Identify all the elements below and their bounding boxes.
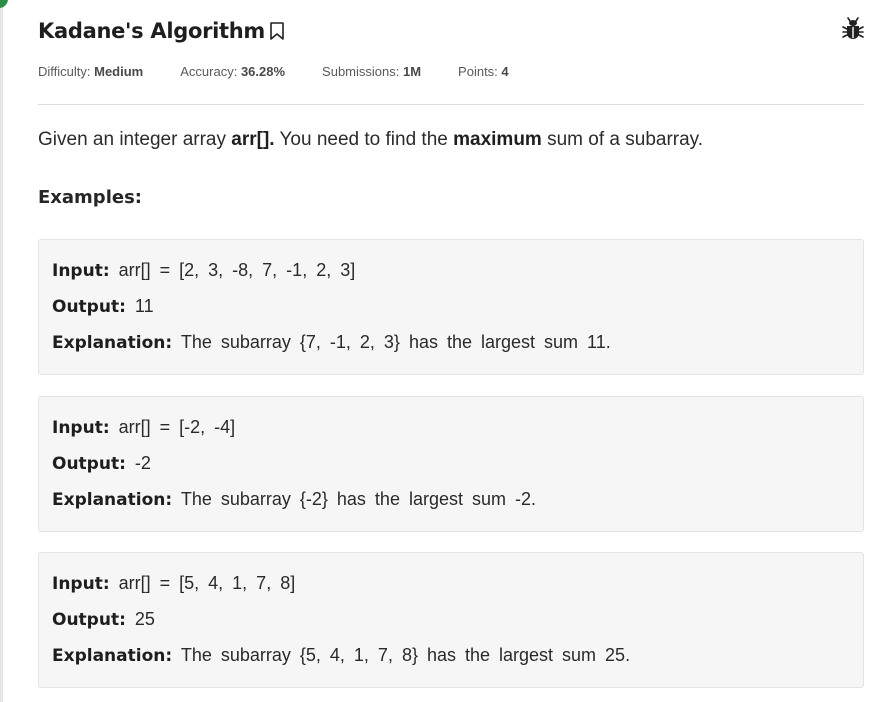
brand-dot <box>0 0 8 8</box>
submissions: Submissions: 1M <box>322 64 422 79</box>
example-output: Output: 25 <box>52 609 155 630</box>
bookmark-icon[interactable] <box>269 21 285 41</box>
points: Points: 4 <box>458 64 509 79</box>
example-block: Input: arr[] = [2, 3, -8, 7, -1, 2, 3] O… <box>38 239 864 375</box>
example-block: Input: arr[] = [-2, -4] Output: -2 Expla… <box>38 396 864 532</box>
example-block: Input: arr[] = [5, 4, 1, 7, 8] Output: 2… <box>38 552 864 688</box>
example-explanation: Explanation: The subarray {-2} has the l… <box>52 489 536 510</box>
bug-icon[interactable] <box>842 17 864 41</box>
example-explanation: Explanation: The subarray {5, 4, 1, 7, 8… <box>52 645 631 666</box>
meta-divider <box>38 104 864 105</box>
example-input: Input: arr[] = [-2, -4] <box>52 417 236 438</box>
example-output: Output: -2 <box>52 453 151 474</box>
difficulty: Difficulty: Medium <box>38 64 144 79</box>
problem-description: Given an integer array arr[]. You need t… <box>38 129 704 150</box>
example-output: Output: 11 <box>52 296 154 317</box>
example-input: Input: arr[] = [2, 3, -8, 7, -1, 2, 3] <box>52 260 356 281</box>
example-input: Input: arr[] = [5, 4, 1, 7, 8] <box>52 573 296 594</box>
accuracy: Accuracy: 36.28% <box>180 64 286 79</box>
problem-meta: Difficulty: Medium Accuracy: 36.28% Subm… <box>38 64 546 79</box>
examples-heading: Examples: <box>38 187 142 208</box>
problem-title: Kadane's Algorithm <box>38 19 266 43</box>
title-row: Kadane's Algorithm <box>38 14 864 48</box>
example-explanation: Explanation: The subarray {7, -1, 2, 3} … <box>52 332 611 353</box>
left-border <box>0 0 3 702</box>
